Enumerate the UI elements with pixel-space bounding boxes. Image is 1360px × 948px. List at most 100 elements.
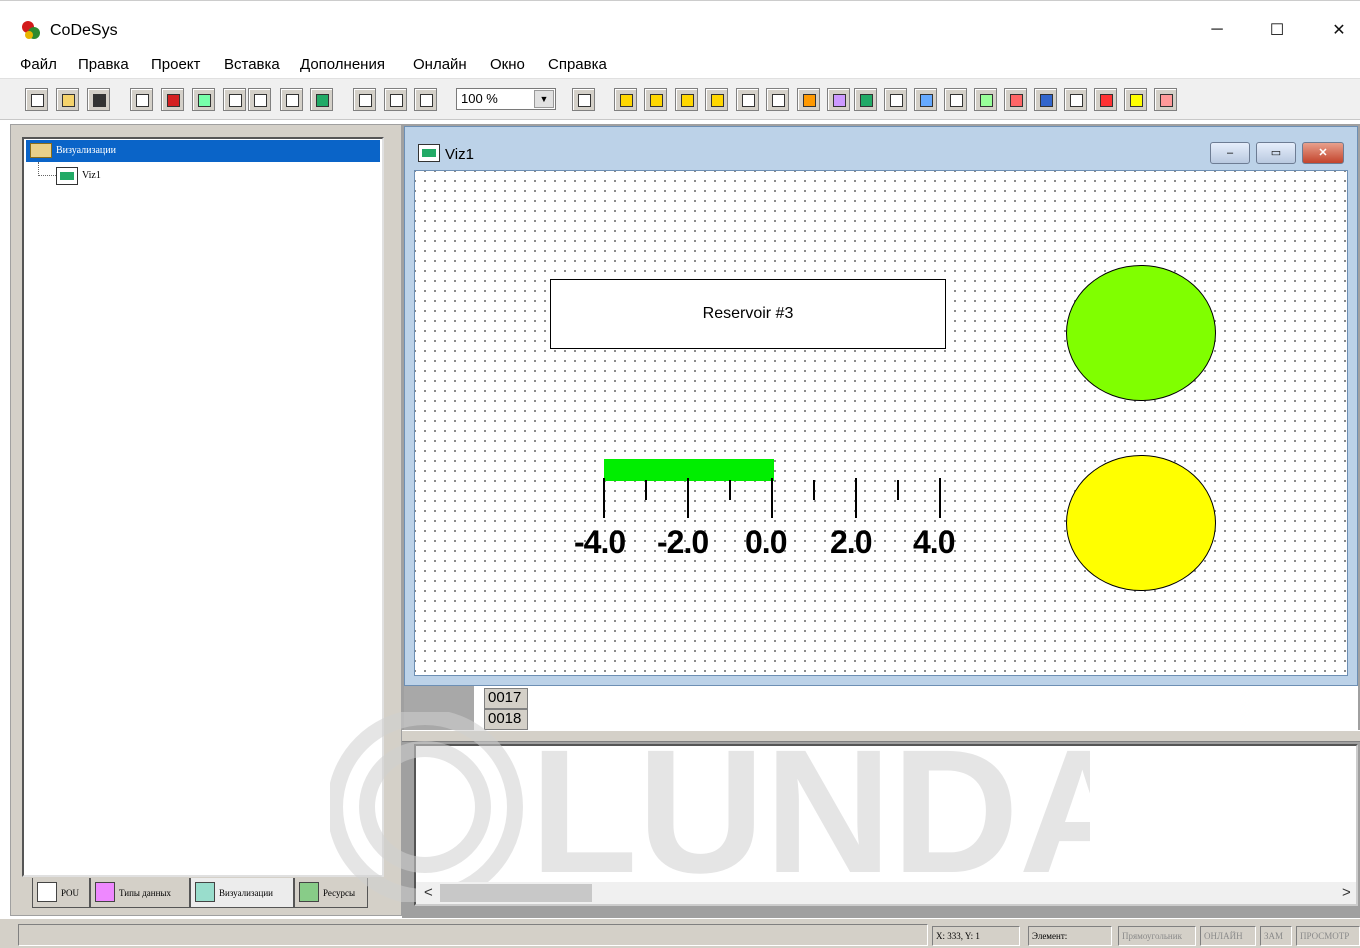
scale-label: 4.0 (913, 524, 955, 560)
yellow-indicator-lamp[interactable] (1066, 455, 1216, 591)
wmf-tool-icon[interactable] (914, 88, 937, 111)
copy-icon[interactable] (384, 88, 407, 111)
binoculars-icon[interactable] (310, 88, 333, 111)
alarm-table-icon[interactable] (1004, 88, 1027, 111)
visualization-icon (56, 167, 78, 185)
polyline-tool-icon[interactable] (736, 88, 759, 111)
status-message (18, 924, 928, 946)
tab-visualizations[interactable]: Визуализации (190, 878, 294, 908)
line-number: 0018 (484, 709, 528, 730)
menu-edit[interactable]: Правка (78, 56, 129, 73)
menu-insert[interactable]: Вставка (224, 56, 280, 73)
new-file-icon[interactable] (25, 88, 48, 111)
visualization-tool-icon[interactable] (827, 88, 850, 111)
bar-display-fill[interactable] (604, 459, 774, 481)
minimize-icon: – (1226, 147, 1234, 159)
editor-gutter (404, 686, 474, 730)
zoom-dropdown-icon[interactable]: ▼ (534, 90, 554, 108)
tab-pou[interactable]: POU (32, 878, 90, 908)
tree-item-visualizations[interactable]: Визуализации (26, 140, 380, 162)
tree-item-viz1[interactable]: Viz1 (54, 165, 174, 187)
histogram-tool-icon[interactable] (1124, 88, 1147, 111)
tree-item-label: Viz1 (82, 170, 101, 181)
trend-tool-icon[interactable] (974, 88, 997, 111)
scale-minor-tick (897, 480, 899, 500)
button-tool-icon[interactable] (884, 88, 907, 111)
menu-online[interactable]: Онлайн (413, 56, 467, 73)
green-indicator-lamp[interactable] (1066, 265, 1216, 401)
menu-window[interactable]: Окно (490, 56, 525, 73)
restore-icon: ▭ (1270, 147, 1282, 159)
menu-help[interactable]: Справка (548, 56, 607, 73)
reservoir-rectangle[interactable]: Reservoir #3 (550, 279, 946, 349)
save-icon[interactable] (87, 88, 110, 111)
visualization-icon (195, 882, 215, 902)
menu-file[interactable]: Файл (20, 56, 57, 73)
close-button[interactable]: ✕ (1316, 12, 1360, 48)
meter-tool-icon[interactable] (1094, 88, 1117, 111)
scale-major-tick (603, 478, 605, 518)
curve-tool-icon[interactable] (766, 88, 789, 111)
alarm-tool-icon[interactable] (1154, 88, 1177, 111)
stop-icon[interactable] (161, 88, 184, 111)
scale-major-tick (939, 478, 941, 518)
tab-data-types[interactable]: Типы данных (90, 878, 190, 908)
tab-resources[interactable]: Ресурсы (294, 878, 368, 908)
codesys-app-icon (22, 21, 40, 39)
paste-icon[interactable] (414, 88, 437, 111)
scale-minor-tick (813, 480, 815, 500)
tab-label: Ресурсы (323, 888, 356, 898)
visualization-canvas[interactable] (414, 170, 1348, 676)
scroll-right-icon[interactable]: > (1342, 884, 1351, 901)
declaration-editor[interactable] (404, 686, 1358, 730)
menu-project[interactable]: Проект (151, 56, 200, 73)
status-online: ОНЛАЙН (1200, 926, 1256, 946)
maximize-button[interactable]: ☐ (1254, 12, 1300, 48)
viz-minimize-button[interactable]: – (1210, 142, 1250, 164)
minimize-button[interactable]: ─ (1194, 12, 1240, 48)
table-tool-icon[interactable] (944, 88, 967, 111)
viz-close-button[interactable]: ✕ (1302, 142, 1344, 164)
menu-bar: Файл Правка Проект Вставка Дополнения Он… (0, 52, 1360, 78)
resources-icon (299, 882, 319, 902)
bar-display-tool-icon[interactable] (1064, 88, 1087, 111)
minimize-icon: ─ (1211, 21, 1223, 38)
frame-tool-icon[interactable] (854, 88, 877, 111)
zoom-value: 100 % (461, 91, 498, 106)
maximize-icon: ☐ (1269, 22, 1285, 39)
folder-icon (30, 143, 52, 158)
bitmap-tool-icon[interactable] (797, 88, 820, 111)
object-tree (22, 137, 384, 877)
window-title: CoDeSys (50, 22, 118, 39)
scale-minor-tick (729, 480, 731, 500)
step-icon[interactable] (223, 88, 246, 111)
rounded-rect-tool-icon[interactable] (644, 88, 667, 111)
print-icon[interactable] (248, 88, 271, 111)
tab-label: Визуализации (219, 888, 273, 898)
scale-major-tick (687, 478, 689, 518)
activex-tool-icon[interactable] (1034, 88, 1057, 111)
scrollbar-thumb[interactable] (440, 884, 592, 902)
tab-label: Типы данных (119, 888, 171, 898)
status-zam: ЗАМ (1260, 926, 1292, 946)
polygon-tool-icon[interactable] (705, 88, 728, 111)
line-number: 0017 (484, 688, 528, 709)
run-icon[interactable] (192, 88, 215, 111)
scroll-left-icon[interactable]: < (424, 884, 433, 901)
login-icon[interactable] (130, 88, 153, 111)
select-pointer-icon[interactable] (572, 88, 595, 111)
title-bar (0, 0, 1360, 52)
visualization-window-title: Viz1 (445, 146, 474, 163)
close-icon: ✕ (1332, 22, 1346, 39)
pane-splitter[interactable] (402, 730, 1360, 742)
viz-restore-button[interactable]: ▭ (1256, 142, 1296, 164)
ellipse-tool-icon[interactable] (675, 88, 698, 111)
menu-extras[interactable]: Дополнения (300, 56, 385, 73)
tab-label: POU (61, 888, 80, 898)
toolbar (0, 78, 1360, 120)
cut-icon[interactable] (353, 88, 376, 111)
rectangle-tool-icon[interactable] (614, 88, 637, 111)
print-setup-icon[interactable] (280, 88, 303, 111)
scale-minor-tick (645, 480, 647, 500)
open-folder-icon[interactable] (56, 88, 79, 111)
